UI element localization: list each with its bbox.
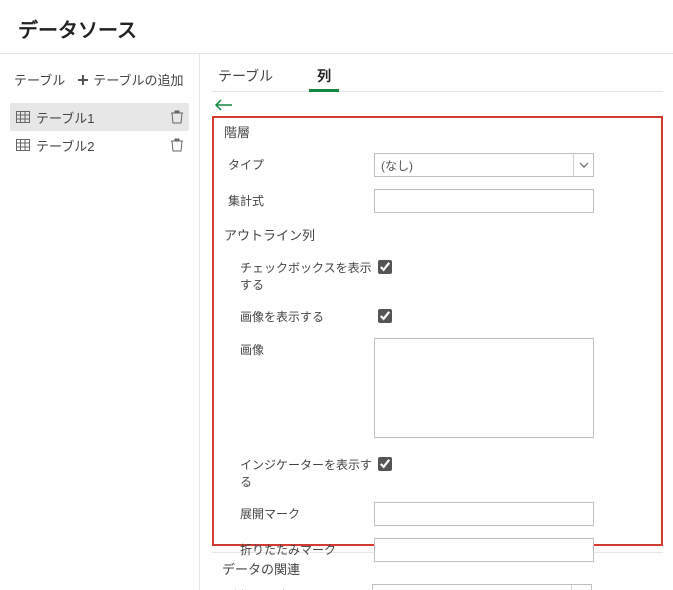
target-table-select[interactable]: (なし) — [372, 584, 592, 590]
plus-icon — [77, 74, 89, 86]
tab-table[interactable]: テーブル — [216, 62, 275, 91]
chevron-down-icon — [571, 585, 587, 590]
show-checkbox-label: チェックボックスを表示する — [224, 256, 374, 293]
sidebar-head: テーブル テーブルの追加 — [0, 60, 199, 99]
expand-mark-input[interactable] — [374, 502, 594, 526]
table-row-label: テーブル2 — [36, 136, 94, 155]
agg-input[interactable] — [374, 189, 594, 213]
collapse-mark-input[interactable] — [374, 538, 594, 562]
show-checkbox-checkbox[interactable] — [378, 260, 392, 274]
image-textarea[interactable] — [374, 338, 594, 438]
table-icon — [16, 111, 30, 123]
show-indicator-checkbox[interactable] — [378, 457, 392, 471]
target-table-label: 対象テーブル — [222, 584, 372, 590]
table-row[interactable]: テーブル1 — [10, 103, 189, 131]
outline-subtitle: アウトライン列 — [224, 219, 651, 250]
table-list: テーブル1 テーブル2 — [0, 99, 199, 159]
show-indicator-label: インジケーターを表示する — [224, 453, 374, 490]
type-select[interactable]: (なし) — [374, 153, 594, 177]
trash-icon[interactable] — [171, 110, 183, 124]
add-table-button[interactable]: テーブルの追加 — [77, 70, 183, 89]
sidebar: テーブル テーブルの追加 テーブル1 — [0, 54, 200, 590]
image-label: 画像 — [224, 338, 374, 358]
tabs: テーブル 列 — [212, 62, 663, 92]
show-image-label: 画像を表示する — [224, 305, 374, 325]
table-row[interactable]: テーブル2 — [10, 131, 189, 159]
hierarchy-panel: 階層 タイプ (なし) 集計式 アウトライン列 — [212, 116, 663, 546]
table-row-label: テーブル1 — [36, 108, 94, 127]
show-image-checkbox[interactable] — [378, 309, 392, 323]
trash-icon[interactable] — [171, 138, 183, 152]
content: テーブル 列 階層 タイプ (なし) 集計式 — [200, 54, 673, 590]
group-title-hierarchy: 階層 — [224, 122, 651, 147]
back-arrow-icon[interactable] — [214, 98, 236, 116]
add-table-label: テーブルの追加 — [93, 70, 183, 89]
type-select-value: (なし) — [381, 157, 413, 174]
sidebar-head-label: テーブル — [14, 70, 65, 89]
page-title: データソース — [0, 0, 673, 53]
tab-columns[interactable]: 列 — [315, 62, 333, 91]
expand-mark-label: 展開マーク — [224, 502, 374, 522]
agg-label: 集計式 — [224, 189, 374, 209]
collapse-mark-label: 折りたたみマーク — [224, 538, 374, 558]
chevron-down-icon — [573, 154, 589, 176]
type-label: タイプ — [224, 153, 374, 173]
table-icon — [16, 139, 30, 151]
